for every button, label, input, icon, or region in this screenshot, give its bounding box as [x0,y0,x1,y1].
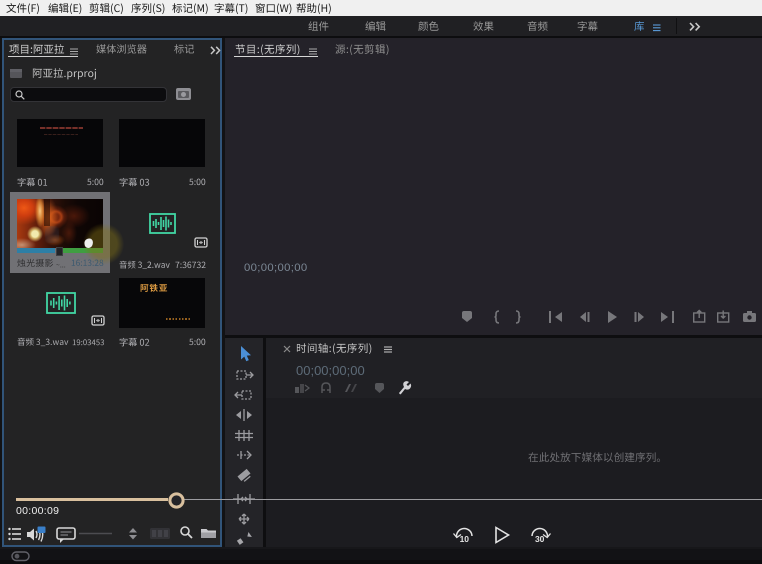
svg-text:10: 10 [460,534,470,544]
svg-text:30: 30 [535,534,545,544]
